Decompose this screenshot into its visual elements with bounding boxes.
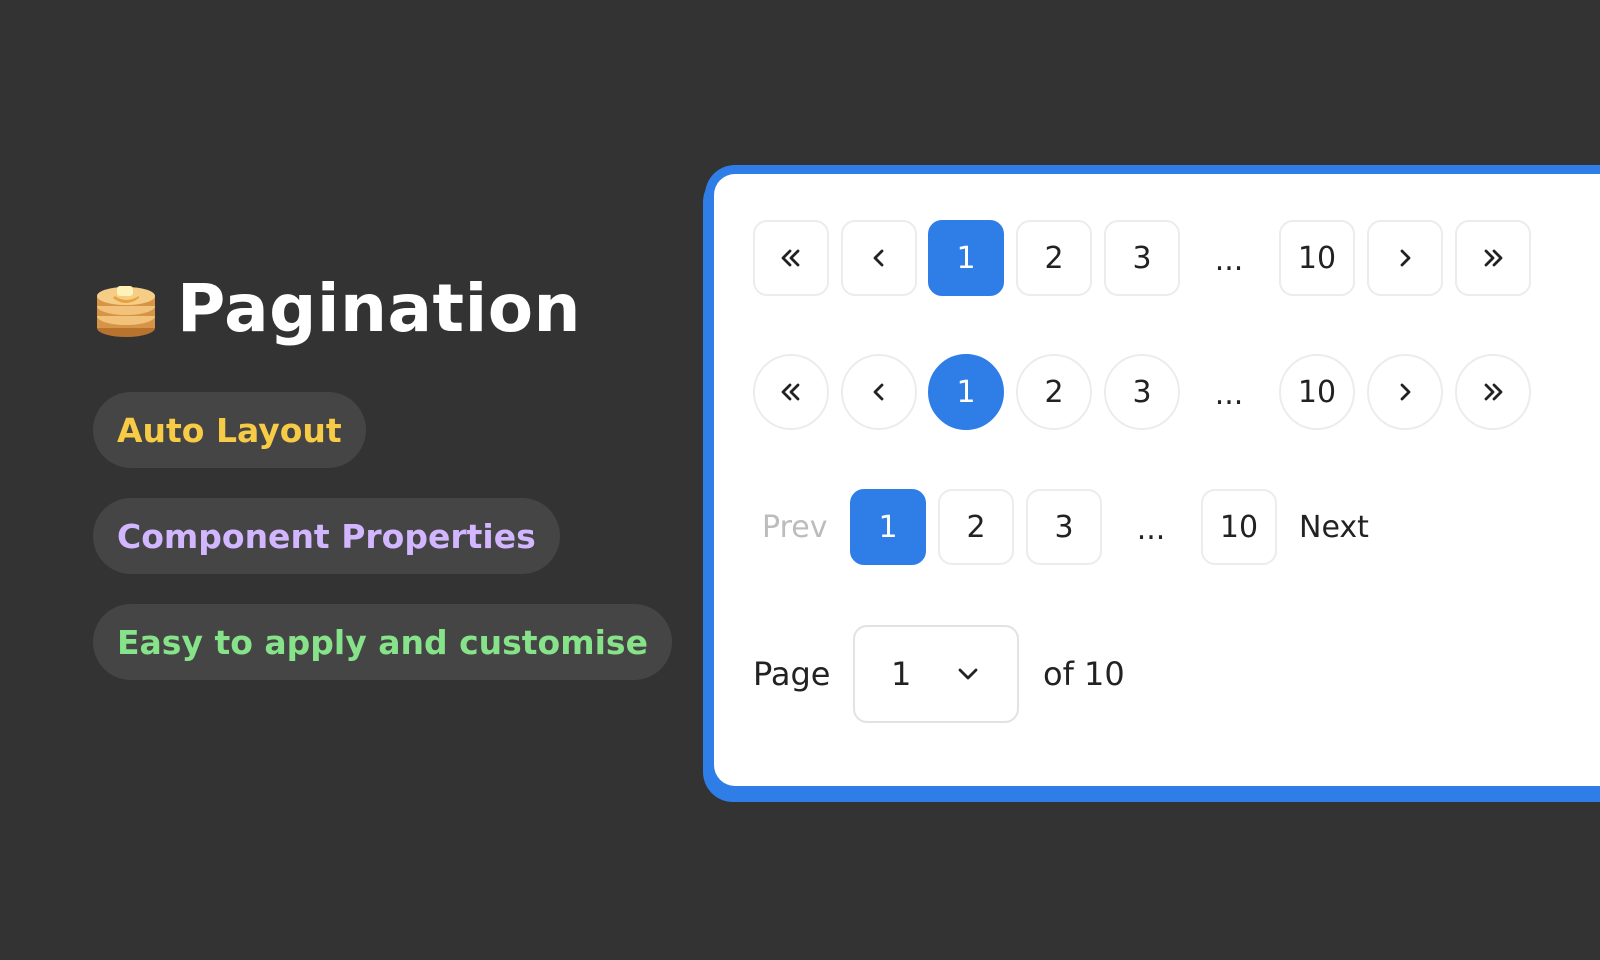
page-title: Pagination xyxy=(177,270,582,347)
page-button-current[interactable]: 1 xyxy=(850,489,926,565)
prev-page-button[interactable] xyxy=(841,220,917,296)
page-label: Page xyxy=(753,655,831,693)
tag-component-properties: Component Properties xyxy=(93,498,560,574)
prev-page-button[interactable] xyxy=(841,354,917,430)
last-page-button[interactable] xyxy=(1455,220,1531,296)
pagination-ellipsis: ... xyxy=(1214,243,1244,278)
next-page-button[interactable] xyxy=(1367,354,1443,430)
tag-easy-to-apply: Easy to apply and customise xyxy=(93,604,672,680)
double-chevron-left-icon xyxy=(781,383,800,401)
chevron-right-icon xyxy=(1400,383,1411,401)
last-page-button[interactable] xyxy=(1455,354,1531,430)
double-chevron-left-icon xyxy=(781,249,800,267)
tag-label: Easy to apply and customise xyxy=(117,622,648,662)
title-row: Pagination xyxy=(95,270,581,347)
next-page-button[interactable] xyxy=(1367,220,1443,296)
pagination-ellipsis: ... xyxy=(1214,377,1244,412)
double-chevron-right-icon xyxy=(1484,249,1503,267)
page-select[interactable]: 1 xyxy=(853,625,1019,723)
page-button[interactable]: 10 xyxy=(1201,489,1277,565)
prev-link[interactable]: Prev xyxy=(762,489,827,565)
page-button[interactable]: 2 xyxy=(938,489,1014,565)
pancakes-icon xyxy=(97,285,155,337)
page-button-current[interactable]: 1 xyxy=(928,220,1004,296)
page-select-value: 1 xyxy=(891,655,912,693)
page-button[interactable]: 10 xyxy=(1279,220,1355,296)
page-button[interactable]: 10 xyxy=(1279,354,1355,430)
first-page-button[interactable] xyxy=(753,354,829,430)
pagination-ellipsis: ... xyxy=(1136,512,1166,547)
tag-auto-layout: Auto Layout xyxy=(93,392,366,468)
tag-label: Component Properties xyxy=(117,516,536,556)
chevron-down-icon xyxy=(958,668,978,680)
page-button[interactable]: 3 xyxy=(1104,220,1180,296)
tag-label: Auto Layout xyxy=(117,410,342,450)
page-button[interactable]: 2 xyxy=(1016,220,1092,296)
chevron-right-icon xyxy=(1400,249,1411,267)
page-button[interactable]: 2 xyxy=(1016,354,1092,430)
first-page-button[interactable] xyxy=(753,220,829,296)
page-button[interactable]: 3 xyxy=(1026,489,1102,565)
next-link[interactable]: Next xyxy=(1299,489,1369,565)
chevron-left-icon xyxy=(873,249,884,267)
double-chevron-right-icon xyxy=(1484,383,1503,401)
page-count-label: of 10 xyxy=(1043,655,1125,693)
page-button-current[interactable]: 1 xyxy=(928,354,1004,430)
chevron-left-icon xyxy=(873,383,884,401)
page-button[interactable]: 3 xyxy=(1104,354,1180,430)
